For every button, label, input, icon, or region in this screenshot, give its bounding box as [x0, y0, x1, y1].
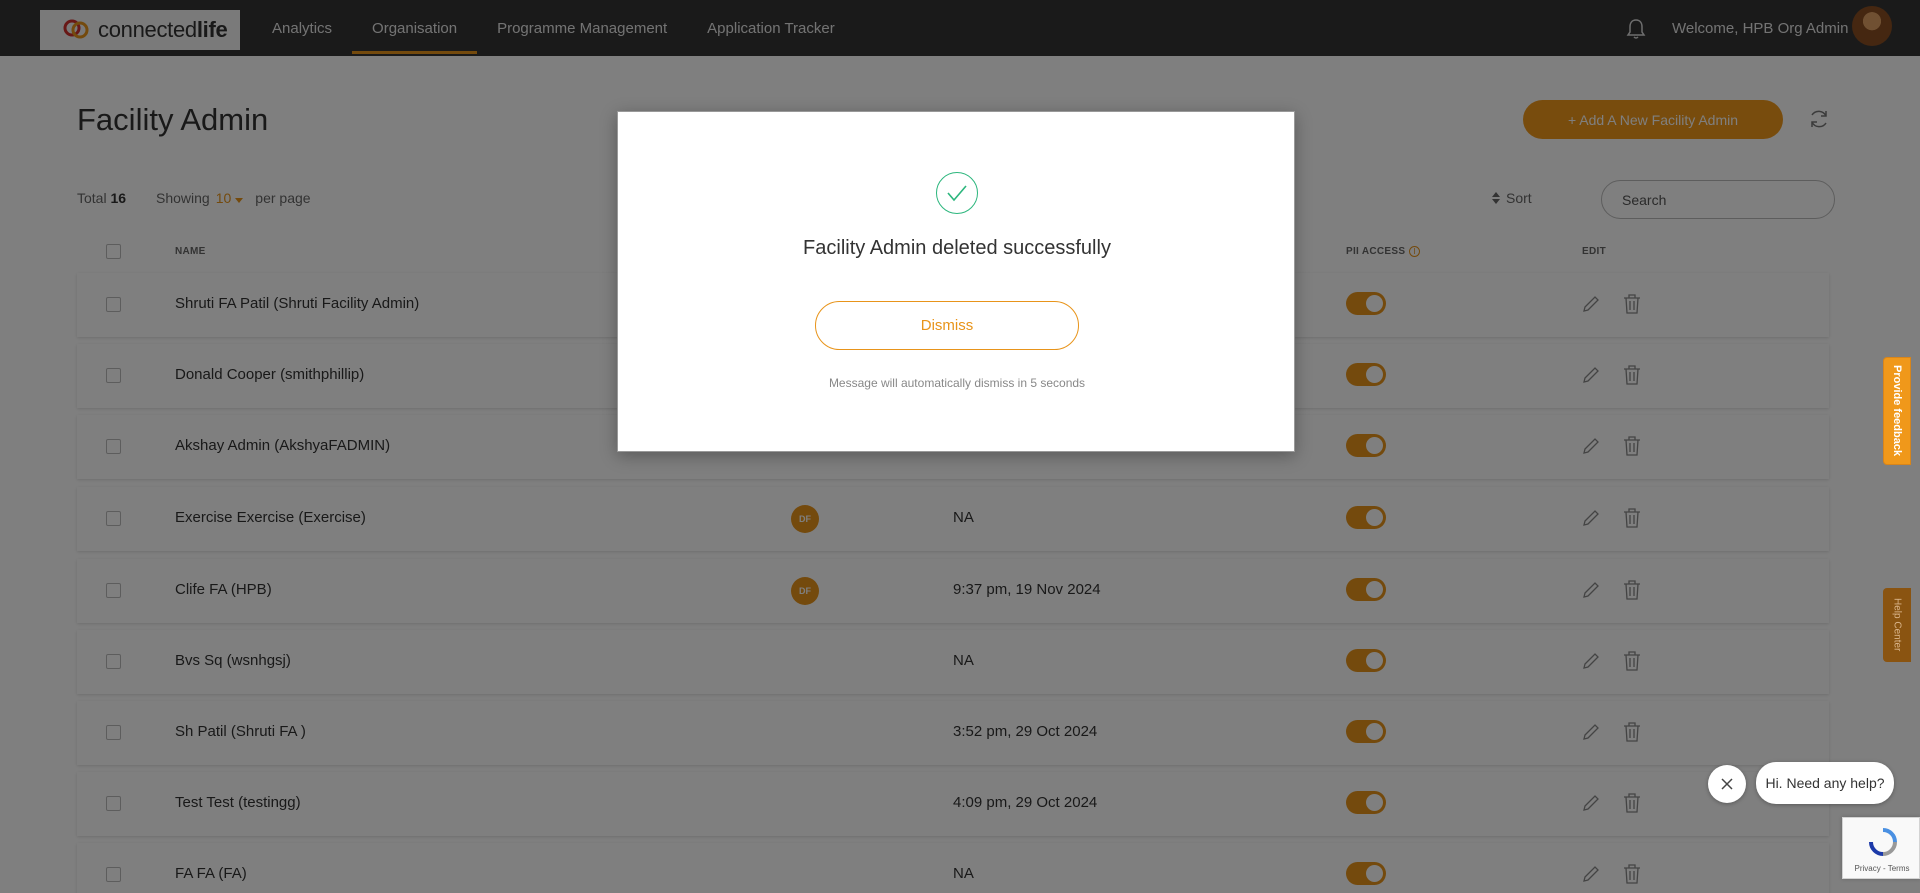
recaptcha-terms[interactable]: Privacy - Terms: [1843, 864, 1920, 873]
auto-dismiss-text: Message will automatically dismiss in 5 …: [828, 376, 1086, 390]
success-dialog: Facility Admin deleted successfully Dism…: [617, 111, 1295, 452]
provide-feedback-tab[interactable]: Provide feedback: [1883, 357, 1911, 465]
help-center-tab[interactable]: Help Center: [1883, 588, 1911, 662]
close-icon: [1721, 778, 1733, 790]
chat-greeting-bubble[interactable]: Hi. Need any help?: [1756, 762, 1894, 804]
success-check-icon: [936, 172, 978, 214]
dismiss-button[interactable]: Dismiss: [815, 301, 1079, 350]
recaptcha-icon: [1869, 828, 1897, 856]
chat-close-button[interactable]: [1708, 765, 1746, 803]
dialog-message: Facility Admin deleted successfully: [803, 237, 1111, 259]
recaptcha-badge[interactable]: Privacy - Terms: [1842, 817, 1920, 879]
